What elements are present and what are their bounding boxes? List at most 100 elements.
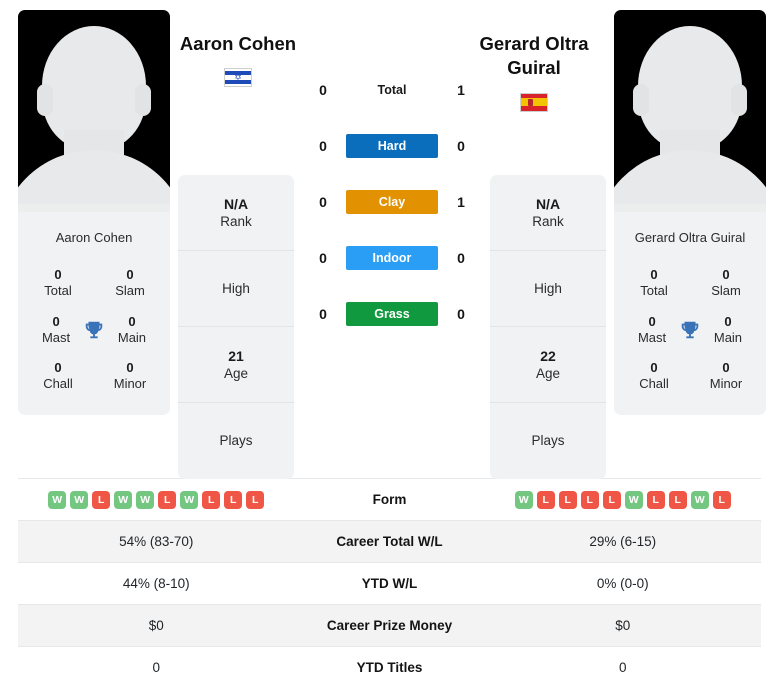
form-badge: W — [136, 490, 155, 509]
surface-score-right: 1 — [457, 194, 465, 210]
form-badge: L — [558, 490, 577, 509]
surface-row-indoor: 0 Indoor 0 — [300, 230, 484, 286]
info-rank-right: N/A Rank — [490, 175, 606, 251]
info-age-right: 22 Age — [490, 327, 606, 403]
form-badge: L — [668, 490, 687, 509]
silhouette-shoulders — [18, 150, 170, 212]
surface-score-left: 0 — [319, 306, 327, 322]
surface-score-right: 0 — [457, 306, 465, 322]
titles-cell: 0 Total — [628, 267, 680, 300]
silhouette-ear-left — [633, 84, 649, 116]
titles-value: 0 — [126, 360, 134, 375]
titles-value: 0 — [648, 313, 656, 329]
player-heading-left: Aaron Cohen ✡ — [138, 32, 338, 88]
stat-value-right: 0% (0-0) — [596, 576, 649, 591]
titles-cell: 0 Minor — [700, 360, 752, 393]
titles-cell: 0 Mast — [32, 314, 80, 347]
form-badge: L — [602, 490, 621, 509]
titles-value: 0 — [54, 360, 62, 375]
form-badge: W — [514, 490, 533, 509]
info-label: Plays — [219, 433, 253, 449]
titles-value: 0 — [722, 360, 730, 375]
flag-stripe-top — [521, 93, 547, 99]
form-badge: W — [48, 490, 67, 509]
info-value: N/A — [535, 195, 561, 212]
titles-label: Minor — [113, 376, 147, 392]
titles-row: 0 Total 0 Slam — [26, 261, 162, 308]
titles-cell: 0 Main — [108, 314, 156, 347]
titles-value: 0 — [128, 313, 136, 329]
info-label: Rank — [220, 213, 252, 229]
titles-value: 0 — [650, 267, 658, 282]
form-badges-left: W W L W W L W L L L — [18, 490, 295, 509]
surface-row-grass: 0 Grass 0 — [300, 286, 484, 342]
trophy-icon — [676, 319, 704, 341]
stat-label-career-total-wl: Career Total W/L — [336, 534, 443, 549]
player-heading-right: Gerard Oltra Guiral — [434, 32, 634, 112]
surface-label-total: Total — [377, 83, 407, 97]
info-value: 22 — [540, 347, 556, 364]
form-badge: L — [246, 490, 265, 509]
table-row-form: W W L W W L W L L L Form W L L L L W L L… — [18, 479, 761, 521]
titles-cell: 0 Slam — [104, 267, 156, 300]
form-badge: W — [70, 490, 89, 509]
flag-israel-icon: ✡ — [224, 68, 252, 88]
titles-value: 0 — [126, 267, 134, 282]
stat-label-ytd-wl: YTD W/L — [361, 576, 418, 591]
form-badge: L — [712, 490, 731, 509]
info-label: High — [534, 280, 562, 296]
surface-label-grass: Grass — [346, 302, 438, 326]
player-name-left: Aaron Cohen — [179, 33, 297, 54]
surface-label-indoor: Indoor — [346, 246, 438, 270]
info-high-left: High — [178, 251, 294, 327]
table-row-ytd-wl: 44% (8-10) YTD W/L 0% (0-0) — [18, 563, 761, 605]
table-row-career-prize-money: $0 Career Prize Money $0 — [18, 605, 761, 647]
titles-label: Minor — [709, 376, 743, 392]
stat-value-left: 0 — [152, 660, 160, 675]
form-badge: W — [624, 490, 643, 509]
form-badge: L — [224, 490, 243, 509]
surface-score-right: 0 — [457, 250, 465, 266]
info-age-left: 21 Age — [178, 327, 294, 403]
surface-label-clay: Clay — [346, 190, 438, 214]
info-plays-left: Plays — [178, 403, 294, 479]
titles-label: Slam — [115, 283, 145, 299]
surface-score-right: 0 — [457, 138, 465, 154]
titles-label: Chall — [43, 376, 73, 392]
surface-score-left: 0 — [319, 250, 327, 266]
player-info-right: N/A Rank High 22 Age Plays — [490, 175, 606, 479]
titles-cell: 0 Slam — [700, 267, 752, 300]
titles-value: 0 — [724, 313, 732, 329]
info-value: 21 — [228, 347, 244, 364]
form-badge: L — [158, 490, 177, 509]
form-badge: W — [114, 490, 133, 509]
silhouette-ear-left — [37, 84, 53, 116]
surface-label-hard: Hard — [346, 134, 438, 158]
form-badge: L — [202, 490, 221, 509]
form-badge: L — [92, 490, 111, 509]
titles-cell: 0 Chall — [628, 360, 680, 393]
info-label: High — [222, 280, 250, 296]
player-name-right-line2: Guiral — [507, 57, 561, 79]
info-plays-right: Plays — [490, 403, 606, 479]
avatar-baseline — [18, 204, 170, 212]
flag-spain-icon — [520, 92, 548, 112]
stat-value-right: 29% (6-15) — [589, 534, 657, 549]
surface-row-hard: 0 Hard 0 — [300, 118, 484, 174]
titles-row: 0 Total 0 Slam — [622, 261, 758, 308]
titles-value: 0 — [54, 267, 62, 282]
titles-label: Main — [117, 329, 147, 345]
titles-label: Main — [713, 329, 743, 345]
flag-crest — [528, 99, 533, 107]
info-value: N/A — [223, 195, 249, 212]
player-info-left: N/A Rank High 21 Age Plays — [178, 175, 294, 479]
titles-label: Total — [44, 283, 72, 299]
table-row-ytd-titles: 0 YTD Titles 0 — [18, 647, 761, 688]
silhouette-ear-right — [731, 84, 747, 116]
player-card-right[interactable]: Gerard Oltra Guiral 0 Total 0 Slam 0 Mas… — [614, 10, 766, 415]
info-label: Plays — [531, 433, 565, 449]
titles-grid-left: 0 Total 0 Slam 0 Mast 0 Main 0 Chall 0 M… — [18, 261, 170, 415]
surface-score-left: 0 — [319, 138, 327, 154]
stat-value-right: $0 — [615, 618, 631, 633]
table-row-career-total-wl: 54% (83-70) Career Total W/L 29% (6-15) — [18, 521, 761, 563]
